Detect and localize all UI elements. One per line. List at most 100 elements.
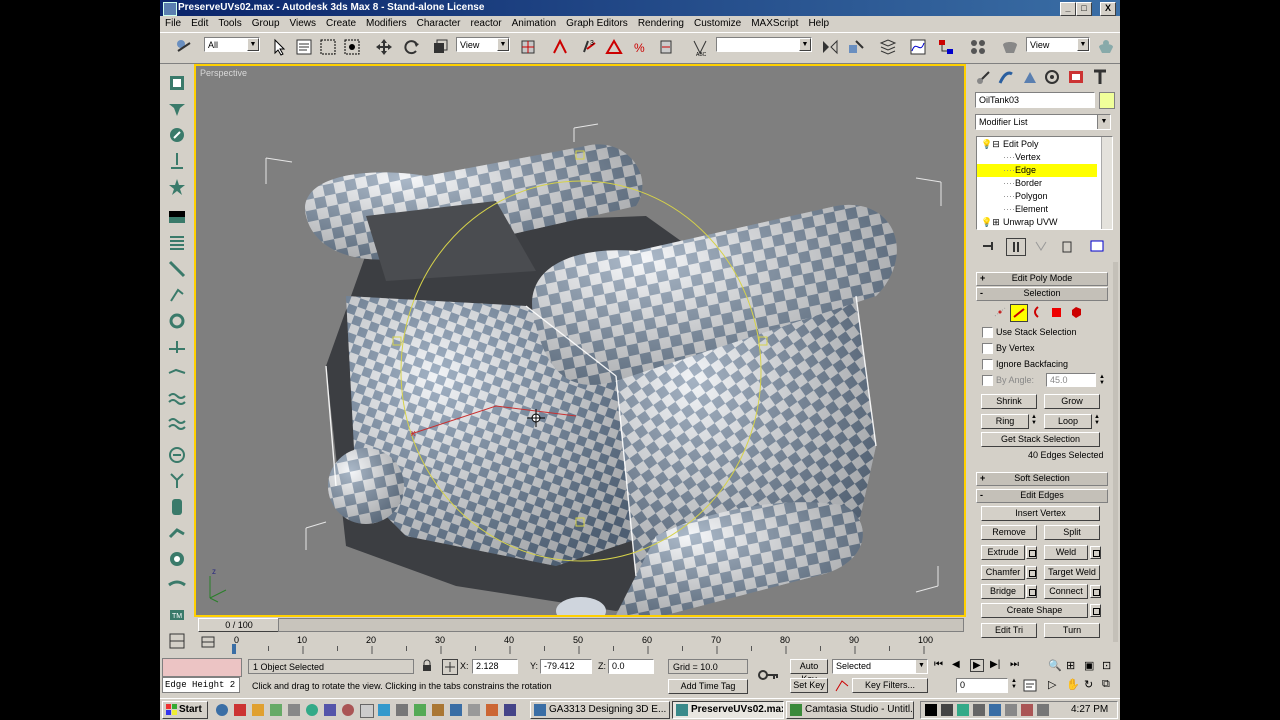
zoom-extents-all-icon[interactable]: ⊡ <box>1102 659 1111 672</box>
tray-icon-1[interactable] <box>925 704 937 716</box>
cloth-collection-icon[interactable] <box>166 98 188 120</box>
create-tab-icon[interactable] <box>974 68 994 86</box>
x-coordinate-field[interactable]: 2.128 <box>472 659 518 674</box>
material-editor-icon[interactable] <box>968 37 988 57</box>
play-icon[interactable]: ▶ <box>970 659 984 672</box>
select-link-icon[interactable] <box>174 37 194 57</box>
go-to-start-icon[interactable]: ⏮ <box>934 659 943 670</box>
tray-icon-7[interactable] <box>1021 704 1033 716</box>
edit-edges-rollout[interactable]: - Edit Edges <box>976 489 1108 503</box>
weld-button[interactable]: Weld <box>1044 545 1088 560</box>
align-icon[interactable] <box>846 37 866 57</box>
soft-selection-rollout[interactable]: + Soft Selection <box>976 472 1108 486</box>
pdf-icon[interactable] <box>234 704 246 716</box>
modify-tab-icon[interactable] <box>996 68 1016 86</box>
key-filters-button[interactable]: Key Filters... <box>852 678 928 693</box>
ragdoll-constraint-icon[interactable] <box>166 444 188 466</box>
percent-snap-icon[interactable]: % <box>630 37 650 57</box>
app-icon-17[interactable] <box>504 704 516 716</box>
window-crossing-icon[interactable] <box>342 37 362 57</box>
vertex-level-icon[interactable] <box>992 304 1008 320</box>
set-key-icon[interactable] <box>756 666 780 684</box>
time-slider-track[interactable] <box>278 618 964 632</box>
y-coordinate-field[interactable]: -79.412 <box>540 659 592 674</box>
rigid-body-collection-icon[interactable] <box>166 72 188 94</box>
mirror-icon[interactable] <box>820 37 840 57</box>
time-configuration-icon[interactable] <box>1022 678 1038 693</box>
app-icon-10[interactable] <box>378 704 390 716</box>
selection-rollout[interactable]: - Selection <box>976 287 1108 301</box>
perspective-viewport[interactable]: Perspective x z <box>194 64 966 617</box>
ie-icon[interactable] <box>216 704 228 716</box>
menu-character[interactable]: Character <box>412 16 466 32</box>
timeline-ruler[interactable]: 0 10 20 30 40 50 60 70 80 90 100 <box>228 632 962 654</box>
shrink-button[interactable]: Shrink <box>981 394 1037 409</box>
named-selection-sets-dropdown[interactable]: ▼ <box>716 37 812 52</box>
app-icon-12[interactable] <box>414 704 426 716</box>
spinner-snap-icon[interactable] <box>656 37 676 57</box>
by-angle-spinner[interactable]: ▲ ▼ <box>1098 374 1106 387</box>
quick-render-icon[interactable] <box>1096 37 1116 57</box>
menu-maxscript[interactable]: MAXScript <box>746 16 803 32</box>
maxscript-listener-mini[interactable] <box>162 658 242 677</box>
taskbar-item-designing[interactable]: GA3313 Designing 3D E... <box>530 701 670 719</box>
reference-coordinate-dropdown[interactable]: View ▼ <box>456 37 510 52</box>
app-icon-7[interactable] <box>324 704 336 716</box>
loop-button[interactable]: Loop <box>1044 414 1092 429</box>
menu-create[interactable]: Create <box>321 16 361 32</box>
plane-icon[interactable] <box>166 206 188 228</box>
turn-button[interactable]: Turn <box>1044 623 1100 638</box>
stack-item-edge[interactable]: ····Edge <box>977 164 1097 177</box>
connect-settings-button[interactable] <box>1090 585 1101 598</box>
loop-spinner[interactable]: ▲ ▼ <box>1093 414 1101 427</box>
make-unique-icon[interactable] <box>1032 238 1050 254</box>
app-icon-14[interactable] <box>450 704 462 716</box>
tray-icon-3[interactable] <box>957 704 969 716</box>
menu-file[interactable]: File <box>160 16 186 32</box>
menu-customize[interactable]: Customize <box>689 16 746 32</box>
dashpot-icon[interactable] <box>166 258 188 280</box>
menu-animation[interactable]: Animation <box>507 16 561 32</box>
extrude-button[interactable]: Extrude <box>981 545 1025 560</box>
constraint-solver-icon[interactable] <box>166 414 188 436</box>
tray-icon-6[interactable] <box>1005 704 1017 716</box>
stack-item-edit-poly[interactable]: 💡⊟ Edit Poly <box>981 138 1101 151</box>
fracture-icon[interactable] <box>166 362 188 384</box>
element-level-icon[interactable] <box>1068 304 1084 320</box>
toy-car-icon[interactable] <box>166 336 188 358</box>
rope-collection-icon[interactable] <box>166 150 188 172</box>
weld-settings-button[interactable] <box>1090 546 1101 559</box>
zoom-all-icon[interactable]: ⊞ <box>1066 659 1075 672</box>
ring-button[interactable]: Ring <box>981 414 1029 429</box>
tray-icon-5[interactable] <box>989 704 1001 716</box>
analyze-world-icon[interactable] <box>166 630 188 652</box>
configure-sets-icon[interactable] <box>1088 238 1106 254</box>
frame-spinner[interactable]: ▲ ▼ <box>1010 678 1018 691</box>
app-icon-9[interactable] <box>360 704 374 718</box>
app-icon-16[interactable] <box>486 704 498 716</box>
prismatic-icon[interactable] <box>166 522 188 544</box>
point-to-point-icon[interactable] <box>166 496 188 518</box>
add-time-tag-button[interactable]: Add Time Tag <box>668 679 748 694</box>
next-frame-icon[interactable]: ▶| <box>990 659 1000 670</box>
zoom-extents-icon[interactable]: ▣ <box>1084 659 1094 672</box>
taskbar-item-camtasia[interactable]: Camtasia Studio - Untitl... <box>786 701 914 719</box>
menu-edit[interactable]: Edit <box>186 16 213 32</box>
select-and-manipulate-icon[interactable] <box>550 37 570 57</box>
default-in-out-tangent-icon[interactable] <box>834 678 850 693</box>
app-icon-13[interactable] <box>432 704 444 716</box>
taskbar-item-3dsmax[interactable]: PreserveUVs02.max ... <box>672 701 784 719</box>
show-end-result-icon[interactable] <box>1006 238 1026 256</box>
object-name-field[interactable]: OilTank03 <box>975 92 1095 108</box>
arc-rotate-icon[interactable]: ↻ <box>1084 678 1093 691</box>
folder-icon[interactable] <box>252 704 264 716</box>
track-bar[interactable]: 0 10 20 30 40 50 60 70 80 90 100 <box>194 632 966 654</box>
remove-button[interactable]: Remove <box>981 525 1037 540</box>
pin-stack-icon[interactable] <box>980 238 998 254</box>
border-level-icon[interactable] <box>1028 304 1044 320</box>
snap-toggle-icon[interactable]: 3 <box>578 37 598 57</box>
absolute-mode-icon[interactable] <box>442 659 458 675</box>
curve-editor-icon[interactable] <box>908 37 928 57</box>
ring-spinner[interactable]: ▲ ▼ <box>1030 414 1038 427</box>
edit-tri-button[interactable]: Edit Tri <box>981 623 1037 638</box>
